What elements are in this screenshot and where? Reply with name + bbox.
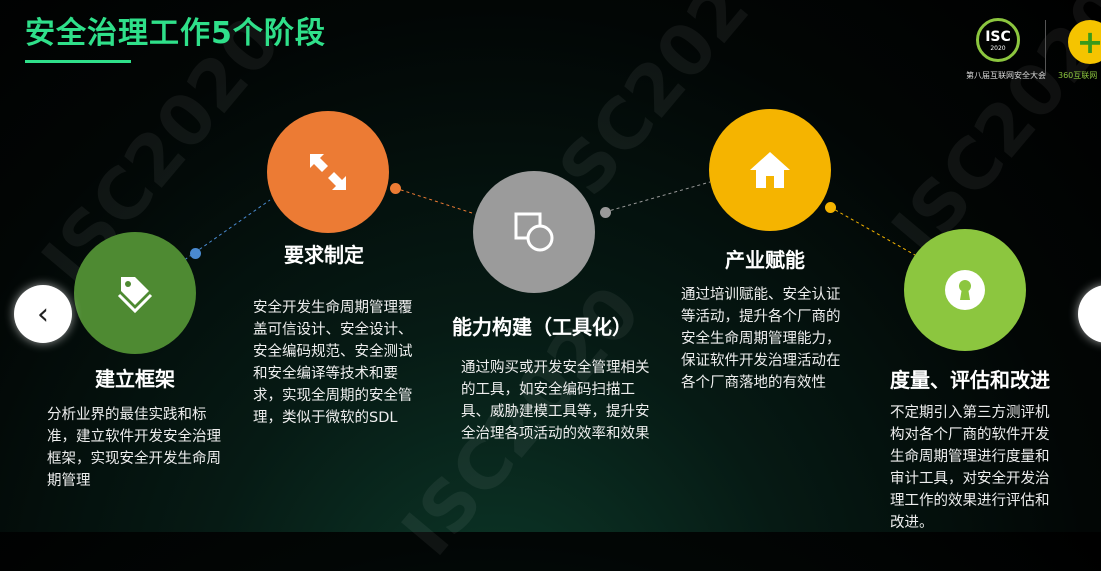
- stage-1-title: 建立框架: [95, 367, 175, 391]
- connector-3: [604, 181, 711, 213]
- stage-5-desc: 不定期引入第三方测评机构对各个厂商的软件开发生命周期管理进行度量和审计工具，对安…: [890, 405, 1050, 531]
- expand-arrows-icon: [310, 154, 346, 190]
- stage-1-circle: [74, 232, 196, 354]
- connector-2: [394, 187, 476, 215]
- connector-dot: [390, 183, 401, 194]
- stage-4-desc: 通过培训赋能、安全认证等活动，提升各个厂商的安全生命周期管理能力，保证软件开发治…: [681, 287, 841, 391]
- chevron-left-icon: ‹: [37, 296, 49, 332]
- connector-dot: [600, 207, 611, 218]
- shapes-icon: [514, 212, 554, 252]
- stage-5-title: 度量、评估和改进: [890, 368, 1050, 392]
- stage-5-circle: [904, 229, 1026, 351]
- prev-button[interactable]: ‹: [14, 285, 72, 343]
- stage-2-circle: [267, 111, 389, 233]
- stage-2-desc: 安全开发生命周期管理覆盖可信设计、安全设计、安全编码规范、安全测试和安全编译等技…: [253, 300, 413, 426]
- connector-dot: [190, 248, 201, 259]
- keyhole-icon: [945, 270, 985, 310]
- stage-2-title: 要求制定: [284, 243, 364, 267]
- stage-4-circle: [709, 109, 831, 231]
- stage-1-desc: 分析业界的最佳实践和标准，建立软件开发安全治理框架，实现安全开发生命周期管理: [47, 407, 221, 489]
- tags-icon: [117, 277, 153, 314]
- stage-4-title: 产业赋能: [725, 248, 805, 272]
- connector-4: [829, 206, 916, 256]
- connector-dot: [825, 202, 836, 213]
- stage-3-title: 能力构建（工具化）: [452, 315, 632, 339]
- stage-3-desc: 通过购买或开发安全管理相关的工具，如安全编码扫描工具、威胁建模工具等，提升安全治…: [461, 360, 650, 442]
- stage-3-circle: [473, 171, 595, 293]
- home-icon: [750, 152, 790, 188]
